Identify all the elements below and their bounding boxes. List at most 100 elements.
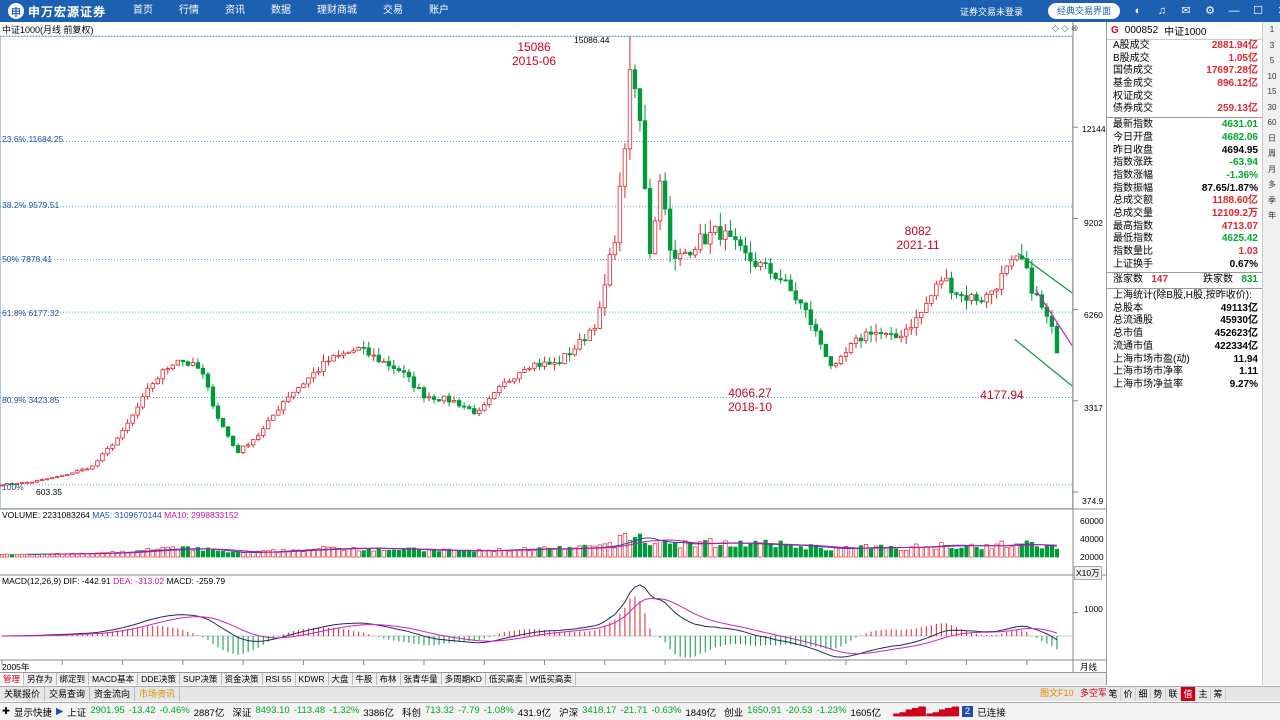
indicator-tab[interactable]: 低买高卖 <box>486 673 527 685</box>
kline-chart[interactable] <box>0 22 1106 672</box>
skin-icon[interactable]: ◐ <box>1130 3 1146 19</box>
stat-value: 4631.01 <box>1221 119 1258 131</box>
duokong-tab[interactable]: 多空军 <box>1080 688 1107 698</box>
volume-bar <box>497 547 502 558</box>
volume-bar <box>708 538 713 558</box>
sub-tab[interactable]: 资金流向 <box>90 687 136 701</box>
candle-body <box>939 280 944 285</box>
nav-mall[interactable]: 理财商城 <box>304 0 370 22</box>
right-tab[interactable]: 主 <box>1196 687 1211 701</box>
index-quote[interactable]: 沪深 3418.17 -21.71 -0.63% 1849亿 <box>559 705 716 719</box>
volume-bar <box>562 549 567 558</box>
sub-tab[interactable]: 交易查询 <box>45 687 91 701</box>
indicator-tab[interactable]: 绑定到 <box>57 673 90 685</box>
classic-trade-button[interactable]: 经典交易界面 <box>1048 3 1120 19</box>
shortcut-menu[interactable]: 显示快捷 <box>14 705 52 719</box>
indicator-tab[interactable]: W低买高卖 <box>527 673 576 685</box>
chart-options-icon[interactable]: ◇ ◇ ⊗ <box>1052 23 1078 34</box>
login-status[interactable]: 证券交易未登录 <box>960 5 1023 18</box>
indicator-tab[interactable]: DDE决策 <box>138 673 181 685</box>
indicator-tab[interactable]: 布林 <box>377 673 401 685</box>
maximize-icon[interactable]: ☐ <box>1250 3 1266 19</box>
nav-trade[interactable]: 交易 <box>370 0 416 22</box>
right-tab[interactable]: 细 <box>1136 687 1151 701</box>
volume-bar <box>361 550 366 558</box>
volume-bar <box>693 546 698 558</box>
stat-row: 流通市值 422334亿 <box>1107 341 1262 354</box>
period-button[interactable]: 多 <box>1263 177 1280 193</box>
mail-icon[interactable]: ✉ <box>1178 3 1194 19</box>
indicator-tab[interactable]: 另存为 <box>24 673 57 685</box>
indicator-tab[interactable]: 牛股 <box>353 673 377 685</box>
minimize-icon[interactable]: — <box>1226 3 1242 19</box>
right-tab[interactable]: 价 <box>1121 687 1136 701</box>
stat-value: 4713.07 <box>1221 220 1258 232</box>
period-button[interactable]: 1 <box>1263 22 1280 38</box>
volume-bar <box>773 547 778 558</box>
candle-body <box>793 290 798 301</box>
right-tab[interactable]: 联 <box>1166 687 1181 701</box>
indicator-tab[interactable]: 资金决策 <box>222 673 263 685</box>
volume-bar <box>678 547 683 558</box>
volume-bar <box>341 550 346 558</box>
period-button[interactable]: 10 <box>1263 69 1280 85</box>
candle-body <box>522 369 527 373</box>
index-quote[interactable]: 深证 8493.10 -113.48 -1.32% 3386亿 <box>232 705 394 719</box>
f10-tab[interactable]: 图文F10 <box>1040 688 1074 698</box>
indicator-tab[interactable]: KDWR <box>296 673 329 685</box>
index-quote[interactable]: 科创 713.32 -7.79 -1.08% 431.9亿 <box>402 705 551 719</box>
period-button[interactable]: 5 <box>1263 53 1280 69</box>
volume-bar <box>587 545 592 558</box>
candle-body <box>135 406 140 416</box>
candle-body <box>818 330 824 345</box>
volume-bar <box>40 553 45 558</box>
index-quote[interactable]: 创业 1650.91 -20.53 -1.23% 1605亿 <box>724 705 881 719</box>
close-icon[interactable]: ✕ <box>1274 3 1280 19</box>
nav-account[interactable]: 账户 <box>416 0 462 22</box>
indicator-tab[interactable]: MACD基本 <box>89 673 139 685</box>
period-button[interactable]: 3 <box>1263 38 1280 54</box>
nav-news[interactable]: 资讯 <box>212 0 258 22</box>
add-icon[interactable]: ✚ <box>2 706 10 717</box>
indicator-tab[interactable]: 多周期KD <box>442 673 486 685</box>
indicator-tab[interactable]: 大盘 <box>329 673 353 685</box>
right-tab[interactable]: 筹 <box>1211 687 1226 701</box>
stat-label: 指数涨跌 <box>1113 157 1153 169</box>
candle-body <box>567 353 572 356</box>
period-button[interactable]: 年 <box>1263 208 1280 224</box>
chart-area[interactable]: 中证1000(月线 前复权) ◇ ◇ ⊗ 23.6% 11684.25 38.2… <box>0 22 1106 672</box>
index-quote[interactable]: 上证 2901.95 -13.42 -0.46% 2887亿 <box>67 705 224 719</box>
nav-quotes[interactable]: 行情 <box>166 0 212 22</box>
indicator-tab[interactable]: SUP决策 <box>180 673 222 685</box>
headset-icon[interactable]: ♫ <box>1154 3 1170 19</box>
sub-tab[interactable]: 市场资讯 <box>135 687 181 701</box>
period-button[interactable]: 30 <box>1263 100 1280 116</box>
candle-body <box>934 283 939 297</box>
volume-bar <box>200 550 206 558</box>
period-button[interactable]: 60 <box>1263 115 1280 131</box>
indicator-tab[interactable]: RSI 55 <box>263 673 296 685</box>
period-button[interactable]: 季 <box>1263 193 1280 209</box>
volume-bar <box>532 549 537 558</box>
indicator-tab[interactable]: 张青华量 <box>401 673 442 685</box>
sub-tab[interactable]: 关联报价 <box>0 687 46 701</box>
nav-home[interactable]: 首页 <box>120 0 166 22</box>
right-tab[interactable]: 势 <box>1151 687 1166 701</box>
period-button[interactable]: 周 <box>1263 146 1280 162</box>
candle-body <box>883 333 889 335</box>
candle-body <box>361 347 366 349</box>
indicator-tab[interactable]: 管理 <box>0 673 25 685</box>
right-tab[interactable]: 值 <box>1181 687 1196 701</box>
nav-data[interactable]: 数据 <box>258 0 304 22</box>
index-name: 科创 <box>401 707 421 719</box>
candle-body <box>1009 259 1014 267</box>
candle-body <box>838 356 844 365</box>
candle-body <box>351 349 356 353</box>
candle-body <box>105 447 110 455</box>
settings-icon[interactable]: ⚙ <box>1202 3 1218 19</box>
period-button[interactable]: 15 <box>1263 84 1280 100</box>
status-bar: ✚ 显示快捷 ▶ 上证 2901.95 -13.42 -0.46% 2887亿 深证 849… <box>0 702 1280 720</box>
right-tab[interactable]: 笔 <box>1106 687 1121 701</box>
period-button[interactable]: 日 <box>1263 131 1280 147</box>
period-button[interactable]: 月 <box>1263 162 1280 178</box>
